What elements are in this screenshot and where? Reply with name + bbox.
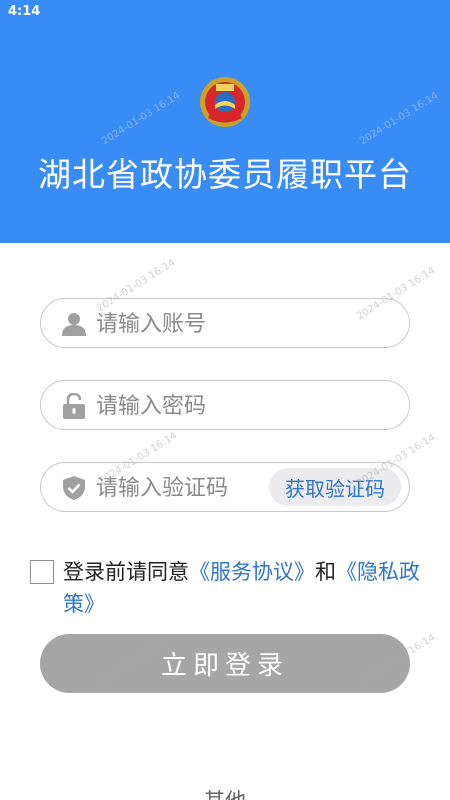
password-field[interactable] [40, 380, 410, 430]
get-code-button[interactable]: 获取验证码 [269, 468, 401, 506]
service-agreement-link[interactable]: 《服务协议》 [189, 560, 315, 584]
login-button[interactable]: 立即登录 [40, 634, 410, 693]
account-field[interactable] [40, 298, 410, 348]
emblem-icon [200, 77, 250, 127]
user-icon [62, 313, 86, 336]
shield-check-icon [63, 476, 85, 500]
app-title: 湖北省政协委员履职平台 [38, 155, 412, 194]
agreement-text: 登录前请同意《服务协议》和《隐私政策》 [63, 556, 425, 620]
header: 4:14 湖北省政协委员履职平台 [0, 0, 450, 243]
account-input[interactable] [96, 307, 296, 341]
agreement-connector: 和 [315, 560, 336, 584]
agreement-checkbox[interactable] [30, 560, 54, 584]
code-input[interactable] [96, 471, 296, 505]
password-input[interactable] [96, 389, 296, 423]
code-field[interactable]: 获取验证码 [40, 462, 410, 512]
lock-icon [63, 393, 85, 419]
status-time: 4:14 [8, 4, 41, 19]
other-label: 其他 [0, 785, 450, 800]
agreement-prefix: 登录前请同意 [63, 560, 189, 584]
